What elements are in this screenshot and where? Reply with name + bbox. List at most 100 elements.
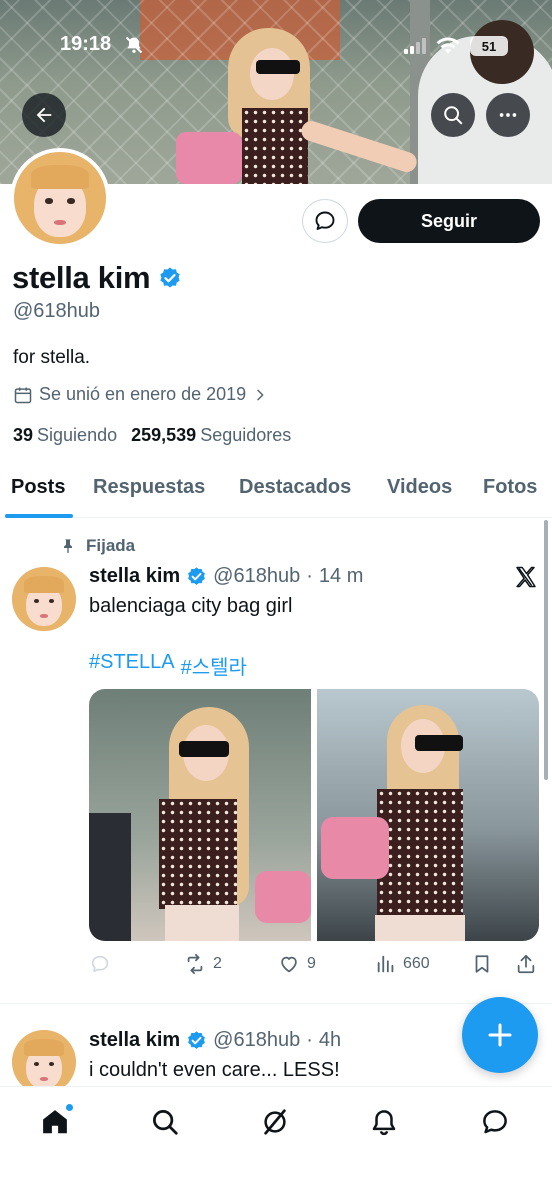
post-meta-separator: · [306,565,313,587]
back-arrow-icon [36,107,52,123]
joined-date[interactable]: Se unió en enero de 2019 [13,384,268,405]
pinned-text: Fijada [86,536,136,555]
retweet-count: 2 [213,955,222,972]
nav-messages[interactable] [478,1105,512,1139]
reply-button[interactable] [89,953,111,975]
photo-bystander [89,813,131,941]
like-count: 9 [307,955,316,972]
followers-link[interactable]: 259,539 Seguidores [131,425,291,446]
follow-button[interactable]: Seguir [358,199,540,243]
message-button[interactable] [302,199,348,243]
share-button[interactable] [515,953,537,975]
nav-home[interactable] [38,1103,74,1139]
avatar-lips [40,1077,48,1081]
tab-replies[interactable]: Respuestas [93,476,205,499]
photo-sunglasses [415,735,463,751]
active-tab-indicator [5,514,73,518]
avatar-lips [54,220,66,225]
followers-count: 259,539 [131,425,197,445]
avatar-eye [49,599,55,603]
following-count: 39 [13,425,34,445]
search-icon [444,106,463,125]
search-button[interactable] [431,93,475,137]
retweet-button[interactable]: 2 [183,953,222,975]
avatar-bangs [23,1038,65,1056]
post-divider [0,1003,552,1004]
heart-icon [281,956,297,973]
tab-videos[interactable]: Videos [387,476,452,499]
avatar-eye [33,1062,39,1066]
photo-top [159,799,237,909]
post-author-handle[interactable]: @618hub [213,1029,300,1052]
post-avatar[interactable] [12,567,76,631]
nav-grok[interactable] [258,1105,292,1139]
compose-post-button[interactable] [462,997,538,1073]
hashtag-link[interactable]: #STELLA [89,651,175,680]
post-photo[interactable] [89,689,311,941]
views-button[interactable]: 660 [375,953,430,975]
banner-figure-glasses [256,60,300,74]
nav-notifications[interactable] [367,1105,401,1139]
message-icon [315,211,335,230]
pin-icon [64,539,72,554]
back-button[interactable] [22,93,66,137]
profile-tabs: Posts Respuestas Destacados Videos Fotos [0,466,552,518]
photo-skirt [375,915,465,941]
photo-bag [255,871,311,923]
post-time[interactable]: 4h [319,1029,341,1052]
battery-indicator: 51 [470,36,508,56]
avatar-eye [67,198,75,204]
verified-badge-icon[interactable] [186,1030,207,1051]
bookmark-icon [475,955,489,973]
verified-badge-icon[interactable] [186,566,207,587]
post-avatar[interactable] [12,1030,76,1094]
plus-icon [488,1023,512,1047]
post-author-name[interactable]: stella kim [89,1029,180,1052]
more-button[interactable] [486,93,530,137]
nav-search[interactable] [148,1105,182,1139]
bottom-navigation [0,1086,552,1200]
banner-figure-top [242,108,308,184]
photo-skirt [165,905,239,941]
grok-icon [264,1109,286,1135]
avatar-lips [40,614,48,618]
signal-icon [404,38,426,54]
views-chart-icon [377,955,394,973]
post-actions: 2 9 660 [89,953,541,981]
reply-icon [91,955,109,973]
pinned-label: Fijada [60,536,135,556]
calendar-icon [14,387,32,403]
post-header: stella kim @618hub · 14 m [89,565,363,588]
retweet-icon [187,953,203,975]
like-button[interactable]: 9 [277,953,316,975]
bookmark-button[interactable] [471,953,493,975]
post-hashtags: #STELLA #스텔라 [89,651,247,680]
avatar-eye [49,1062,55,1066]
x-logo-icon[interactable] [514,565,538,589]
post-media [89,689,539,941]
post-text: i couldn't even care... LESS! [89,1059,340,1081]
profile-name-row: stella kim [12,260,182,296]
verified-badge-icon[interactable] [158,266,182,290]
followers-label: Seguidores [200,425,292,445]
tab-posts[interactable]: Posts [11,476,65,499]
post-author-handle[interactable]: @618hub [213,565,300,588]
tab-highlights[interactable]: Destacados [239,476,351,499]
profile-avatar[interactable] [10,148,110,248]
status-time: 19:18 [60,33,112,55]
post-author-name[interactable]: stella kim [89,565,180,588]
post-photo[interactable] [317,689,539,941]
status-indicators: 51 [404,36,508,56]
joined-label: Se unió en enero de 2019 [39,384,247,404]
avatar-eye [45,198,53,204]
post-header: stella kim @618hub · 4h [89,1029,341,1052]
hashtag-link[interactable]: #스텔라 [181,651,247,680]
scrollbar[interactable] [544,520,548,780]
photo-bag [321,817,389,879]
follow-stats: 39 Siguiendo 259,539 Seguidores [13,425,291,446]
following-link[interactable]: 39 Siguiendo [13,425,117,446]
tab-photos[interactable]: Fotos [483,476,537,499]
post-time[interactable]: 14 m [319,565,363,588]
silent-bell-icon [125,36,143,54]
post-meta-separator: · [306,1029,313,1051]
